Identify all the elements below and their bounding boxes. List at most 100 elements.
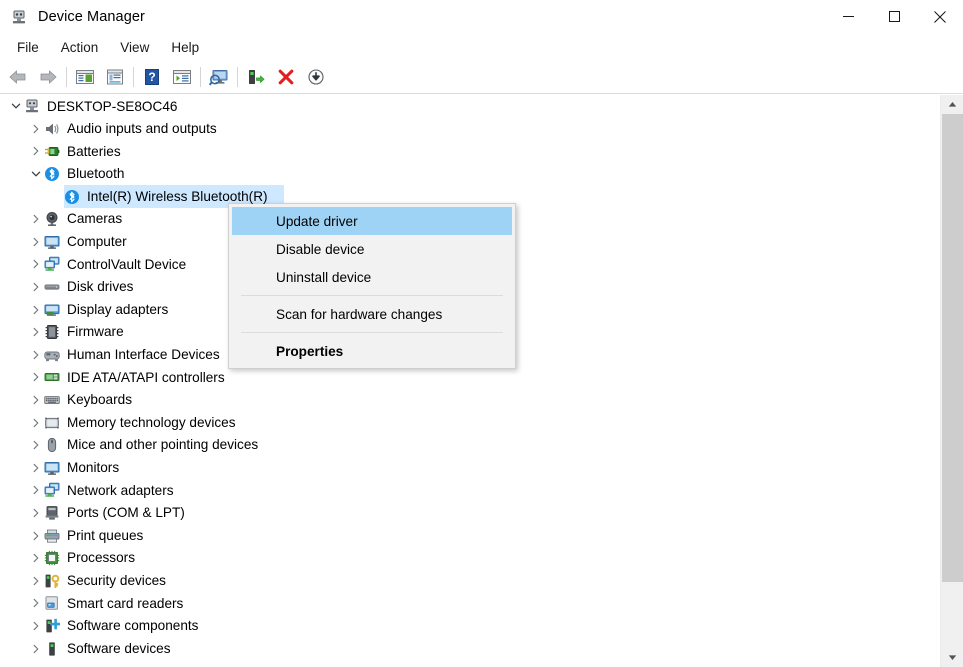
tree-item[interactable]: Mice and other pointing devices bbox=[0, 434, 940, 457]
network-device-icon bbox=[44, 256, 60, 272]
scroll-up-arrow-icon[interactable] bbox=[941, 95, 963, 114]
back-arrow-icon[interactable] bbox=[3, 63, 33, 91]
tree-item[interactable]: Monitors bbox=[0, 457, 940, 480]
toolbar-separator bbox=[133, 67, 134, 87]
toolbar-separator bbox=[237, 67, 238, 87]
battery-icon bbox=[44, 143, 60, 159]
chevron-right-icon[interactable] bbox=[28, 347, 44, 363]
console-tree-icon[interactable] bbox=[70, 63, 100, 91]
tree-item[interactable]: Processors bbox=[0, 547, 940, 570]
tree-item[interactable]: Smart card readers bbox=[0, 592, 940, 615]
chevron-right-icon[interactable] bbox=[28, 573, 44, 589]
context-menu-item[interactable]: Properties bbox=[232, 337, 512, 365]
memory-device-icon bbox=[44, 415, 60, 431]
tree-item-label: ControlVault Device bbox=[67, 256, 187, 272]
tree-item-label: Bluetooth bbox=[67, 166, 125, 182]
chevron-right-icon[interactable] bbox=[28, 121, 44, 137]
scroll-down-arrow-icon[interactable] bbox=[941, 648, 963, 667]
tree-item-label: DESKTOP-SE8OC46 bbox=[47, 98, 178, 114]
red-x-icon[interactable] bbox=[271, 63, 301, 91]
chevron-right-icon[interactable] bbox=[28, 369, 44, 385]
action-pane-icon[interactable] bbox=[167, 63, 197, 91]
chevron-right-icon[interactable] bbox=[28, 211, 44, 227]
chevron-right-icon[interactable] bbox=[28, 143, 44, 159]
chevron-down-icon[interactable] bbox=[8, 98, 24, 114]
tree-item[interactable]: Memory technology devices bbox=[0, 411, 940, 434]
tree-item[interactable]: Ports (COM & LPT) bbox=[0, 502, 940, 525]
expander-placeholder bbox=[48, 189, 64, 205]
security-key-icon bbox=[44, 573, 60, 589]
context-menu-item[interactable]: Uninstall device bbox=[232, 263, 512, 291]
context-menu-item[interactable]: Disable device bbox=[232, 235, 512, 263]
device-manager-window: Device Manager File Action View Help ? D… bbox=[0, 0, 963, 667]
chevron-right-icon[interactable] bbox=[28, 256, 44, 272]
processor-icon bbox=[44, 550, 60, 566]
chevron-right-icon[interactable] bbox=[28, 324, 44, 340]
port-icon bbox=[44, 505, 60, 521]
close-button[interactable] bbox=[917, 0, 963, 33]
chevron-down-icon[interactable] bbox=[28, 166, 44, 182]
software-component-icon bbox=[44, 618, 61, 634]
tree-item-label: Security devices bbox=[67, 572, 166, 588]
device-tree[interactable]: DESKTOP-SE8OC46 Audio inputs and outputs B… bbox=[0, 95, 940, 667]
speaker-icon bbox=[44, 121, 60, 137]
window-title: Device Manager bbox=[38, 8, 145, 25]
mouse-icon bbox=[44, 437, 60, 453]
tree-item-label: Display adapters bbox=[67, 301, 169, 317]
vertical-scrollbar[interactable] bbox=[940, 95, 963, 667]
context-menu-separator bbox=[241, 332, 503, 333]
smart-card-reader-icon bbox=[44, 595, 60, 611]
chevron-right-icon[interactable] bbox=[28, 618, 44, 634]
chevron-right-icon[interactable] bbox=[28, 415, 44, 431]
camera-icon bbox=[44, 211, 60, 227]
update-driver-icon[interactable] bbox=[241, 63, 271, 91]
menu-bar: File Action View Help bbox=[0, 33, 963, 61]
maximize-button[interactable] bbox=[871, 0, 917, 33]
menu-help[interactable]: Help bbox=[160, 37, 210, 58]
tree-item[interactable]: Keyboards bbox=[0, 389, 940, 412]
context-menu-item[interactable]: Scan for hardware changes bbox=[232, 300, 512, 328]
tree-item-label: Mice and other pointing devices bbox=[67, 437, 259, 453]
monitor-icon bbox=[44, 460, 60, 476]
tree-item[interactable]: Audio inputs and outputs bbox=[0, 118, 940, 141]
chevron-right-icon[interactable] bbox=[28, 528, 44, 544]
chevron-right-icon[interactable] bbox=[28, 460, 44, 476]
help-question-icon[interactable]: ? bbox=[137, 63, 167, 91]
chevron-right-icon[interactable] bbox=[28, 302, 44, 318]
software-device-icon bbox=[44, 641, 60, 657]
chevron-right-icon[interactable] bbox=[28, 279, 44, 295]
keyboard-icon bbox=[44, 392, 60, 408]
tree-item[interactable]: Batteries bbox=[0, 140, 940, 163]
scan-monitor-icon[interactable] bbox=[204, 63, 234, 91]
chevron-right-icon[interactable] bbox=[28, 437, 44, 453]
context-menu-separator bbox=[241, 295, 503, 296]
context-menu-item[interactable]: Update driver bbox=[232, 207, 512, 235]
title-bar: Device Manager bbox=[0, 0, 963, 33]
menu-file[interactable]: File bbox=[6, 37, 50, 58]
menu-action[interactable]: Action bbox=[50, 37, 110, 58]
context-menu[interactable]: Update driver Disable device Uninstall dev… bbox=[228, 203, 516, 369]
tree-item[interactable]: Network adapters bbox=[0, 479, 940, 502]
down-arrow-circle-icon[interactable] bbox=[301, 63, 331, 91]
tree-item-label: Human Interface Devices bbox=[67, 347, 220, 363]
forward-arrow-icon[interactable] bbox=[33, 63, 63, 91]
menu-view[interactable]: View bbox=[109, 37, 160, 58]
tree-item-label: Keyboards bbox=[67, 392, 132, 408]
tree-item[interactable]: Print queues bbox=[0, 524, 940, 547]
tree-item[interactable]: IDE ATA/ATAPI controllers bbox=[0, 366, 940, 389]
chevron-right-icon[interactable] bbox=[28, 595, 44, 611]
scrollbar-thumb[interactable] bbox=[942, 114, 963, 582]
chevron-right-icon[interactable] bbox=[28, 641, 44, 657]
chevron-right-icon[interactable] bbox=[28, 392, 44, 408]
chevron-right-icon[interactable] bbox=[28, 482, 44, 498]
tree-item[interactable]: Software devices bbox=[0, 637, 940, 660]
tree-item[interactable]: Software components bbox=[0, 615, 940, 638]
chevron-right-icon[interactable] bbox=[28, 234, 44, 250]
tree-item[interactable]: Security devices bbox=[0, 569, 940, 592]
tree-item[interactable]: Bluetooth bbox=[0, 163, 940, 186]
minimize-button[interactable] bbox=[825, 0, 871, 33]
tree-item[interactable]: DESKTOP-SE8OC46 bbox=[0, 95, 940, 118]
chevron-right-icon[interactable] bbox=[28, 505, 44, 521]
chevron-right-icon[interactable] bbox=[28, 550, 44, 566]
properties-window-icon[interactable] bbox=[100, 63, 130, 91]
